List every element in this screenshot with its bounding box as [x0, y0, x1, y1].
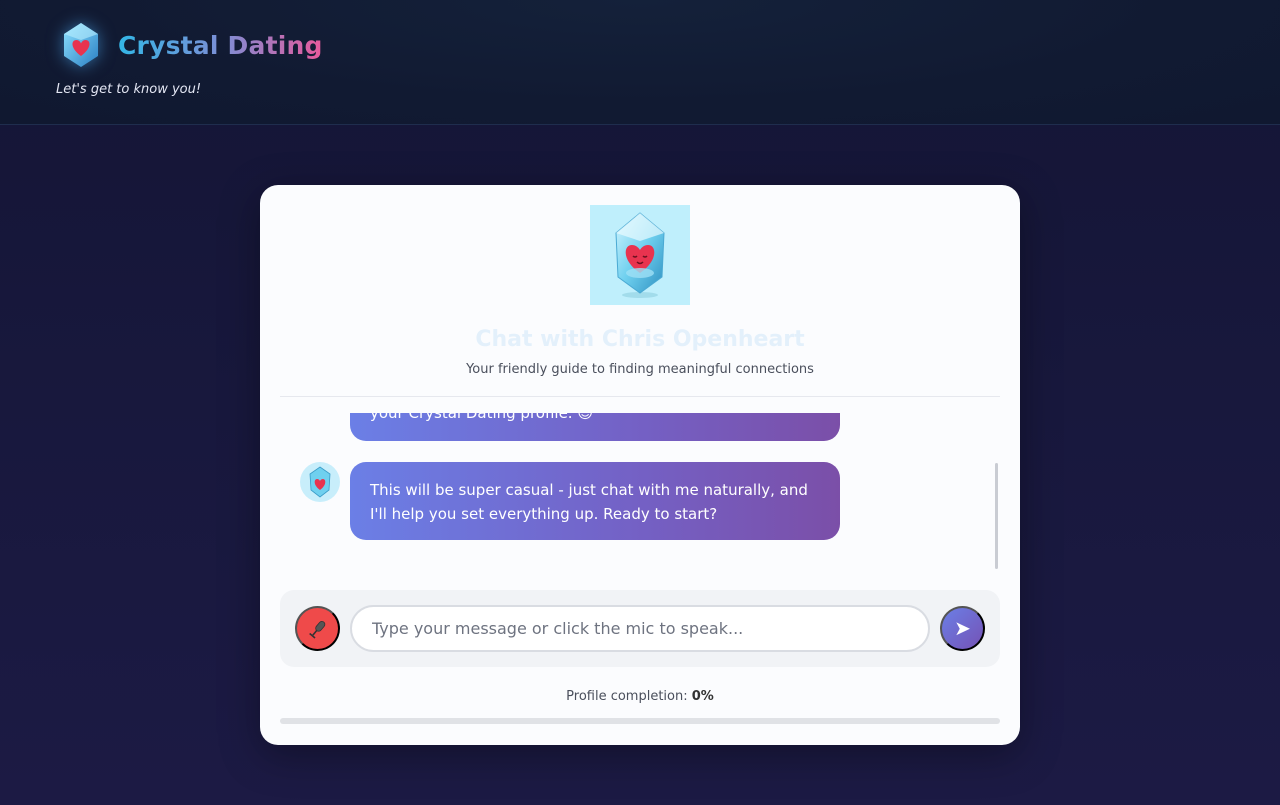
app-header: Crystal Dating Let's get to know you!	[0, 0, 1280, 125]
assistant-message: your Crystal Dating profile. 😊	[350, 413, 840, 441]
profile-completion-label: Profile completion:	[566, 689, 688, 704]
profile-completion-value: 0%	[691, 689, 714, 704]
divider	[280, 396, 1000, 397]
tagline: Let's get to know you!	[56, 82, 202, 97]
crystal-mascot-icon	[615, 212, 665, 298]
send-button[interactable]: ➤	[940, 606, 985, 651]
guide-avatar	[590, 205, 690, 305]
chat-subtitle: Your friendly guide to finding meaningfu…	[466, 362, 814, 377]
chat-title: Chat with Chris Openheart	[475, 327, 805, 352]
chat-card: Chat with Chris Openheart Your friendly …	[260, 185, 1020, 745]
crystal-mascot-icon	[309, 466, 331, 498]
profile-completion: Profile completion: 0%	[260, 689, 1020, 704]
message-text: This will be super casual - just chat wi…	[370, 481, 808, 523]
assistant-message: This will be super casual - just chat wi…	[350, 462, 840, 540]
composer: ➤	[280, 590, 1000, 667]
microphone-icon	[308, 620, 325, 639]
crystal-heart-icon	[64, 23, 98, 67]
profile-progress-bar	[280, 718, 1000, 724]
message-input[interactable]	[350, 605, 930, 652]
message-list[interactable]: your Crystal Dating profile. 😊 This will…	[280, 413, 1000, 583]
brand-name: Crystal Dating	[118, 30, 323, 60]
send-arrow-icon: ➤	[954, 618, 971, 640]
mic-button[interactable]	[295, 606, 340, 651]
message-text: your Crystal Dating profile. 😊	[370, 413, 593, 422]
brand[interactable]: Crystal Dating	[58, 22, 323, 68]
assistant-avatar	[300, 462, 340, 502]
message-scrollbar[interactable]	[995, 463, 998, 569]
